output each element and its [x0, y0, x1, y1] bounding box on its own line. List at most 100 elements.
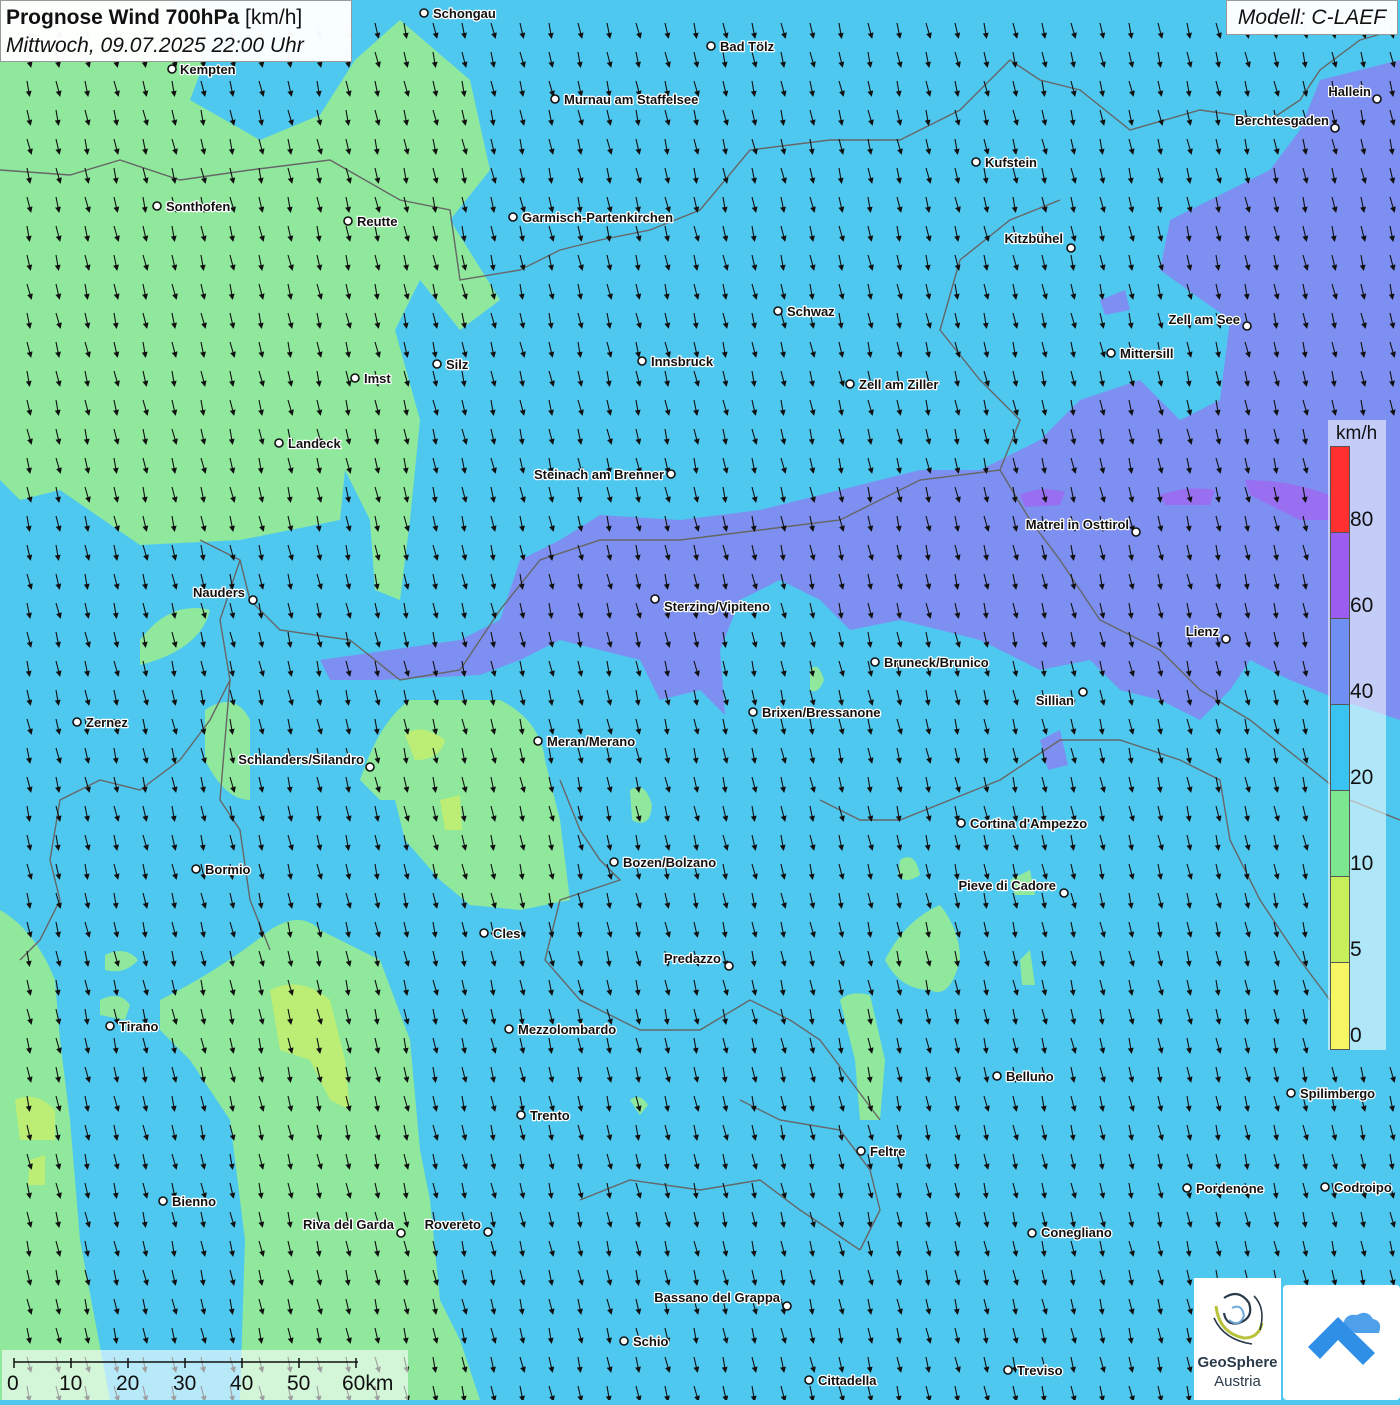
city-label: Schongau [433, 6, 496, 21]
city-label: Tirano [119, 1019, 159, 1034]
city-label: Zernez [86, 715, 128, 730]
city-label: Bassano del Grappa [654, 1290, 780, 1305]
city-marker[interactable]: Meran/Merano [533, 733, 636, 750]
city-dot [167, 64, 177, 74]
city-marker[interactable]: Steinach am Brenner [533, 466, 676, 483]
city-label: Steinach am Brenner [534, 467, 664, 482]
city-label: Trento [530, 1108, 570, 1123]
city-dot [1221, 634, 1231, 644]
city-dot [419, 8, 429, 18]
city-dot [483, 1227, 493, 1237]
city-dot [971, 157, 981, 167]
city-label: Cortina d'Ampezzo [970, 816, 1087, 831]
city-dot [609, 857, 619, 867]
city-label: Pieve di Cadore [958, 878, 1056, 893]
city-marker[interactable]: Spilimbergo [1286, 1085, 1376, 1102]
legend-segment-40-60 [1330, 618, 1350, 705]
city-marker[interactable]: Mezzolombardo [504, 1021, 618, 1038]
city-dot [191, 864, 201, 874]
city-label: Imst [364, 371, 391, 386]
map-title-main: Prognose Wind 700hPa [6, 6, 240, 29]
model-label: Modell: C-LAEF [1226, 0, 1398, 35]
scale-label: 40 [230, 1372, 254, 1395]
scale-label: 30 [173, 1372, 197, 1395]
city-label: Zell am See [1168, 312, 1240, 327]
city-marker[interactable]: Conegliano [1027, 1224, 1113, 1241]
city-dot [248, 595, 258, 605]
city-label: Schio [633, 1334, 668, 1349]
legend-segment-10-20 [1330, 790, 1350, 877]
map-title-box: Prognose Wind 700hPa [km/h] Mittwoch, 09… [0, 0, 352, 62]
city-label: Sonthofen [166, 199, 230, 214]
city-label: Mittersill [1120, 346, 1173, 361]
city-label: Brixen/Bressanone [762, 705, 881, 720]
city-marker[interactable]: Murnau am Staffelsee [550, 91, 700, 108]
city-label: Innsbruck [651, 354, 714, 369]
city-label: Garmisch-Partenkirchen [522, 210, 673, 225]
legend-segment-5-10 [1330, 876, 1350, 963]
app-logo[interactable] [1283, 1285, 1400, 1400]
city-dot [1182, 1183, 1192, 1193]
city-dot [773, 306, 783, 316]
city-label: Cles [493, 926, 520, 941]
weather-app-icon [1308, 1312, 1381, 1365]
city-label: Kufstein [985, 155, 1037, 170]
city-marker[interactable]: Bozen/Bolzano [609, 854, 717, 871]
city-dot [1286, 1088, 1296, 1098]
city-marker[interactable]: Garmisch-Partenkirchen [508, 209, 674, 226]
city-dot [105, 1021, 115, 1031]
city-dot [1027, 1228, 1037, 1238]
city-dot [274, 438, 284, 448]
map-title: Prognose Wind 700hPa [km/h] [6, 4, 346, 32]
city-label: Schlanders/Silandro [238, 752, 364, 767]
legend-tick: 10 [1350, 852, 1374, 875]
city-dot [504, 1024, 514, 1034]
city-dot [1078, 687, 1088, 697]
legend-tick: 0 [1350, 1024, 1362, 1047]
city-dot [619, 1336, 629, 1346]
city-label: Lienz [1186, 624, 1220, 639]
city-dot [72, 717, 82, 727]
city-dot [343, 216, 353, 226]
city-label: Spilimbergo [1300, 1086, 1375, 1101]
city-label: Bozen/Bolzano [623, 855, 716, 870]
city-dot [365, 762, 375, 772]
city-dot [1106, 348, 1116, 358]
city-dot [856, 1146, 866, 1156]
city-dot [804, 1375, 814, 1385]
city-marker[interactable]: Pordenone [1182, 1180, 1265, 1197]
city-label: Belluno [1006, 1069, 1054, 1084]
city-label: Riva del Garda [303, 1217, 395, 1232]
city-label: Predazzo [664, 951, 721, 966]
city-label: Matrei in Osttirol [1026, 517, 1129, 532]
city-dot [479, 928, 489, 938]
city-dot [845, 379, 855, 389]
city-label: Mezzolombardo [518, 1022, 616, 1037]
city-marker[interactable]: Cortina d'Ampezzo [956, 815, 1089, 832]
city-label: Schwaz [787, 304, 835, 319]
city-dot [158, 1196, 168, 1206]
city-marker[interactable]: Zell am Ziller [845, 376, 940, 393]
city-marker[interactable]: Brixen/Bressanone [748, 704, 882, 721]
city-dot [666, 469, 676, 479]
city-dot [1131, 527, 1141, 537]
legend-unit: km/h [1336, 423, 1378, 444]
city-dot [1372, 94, 1382, 104]
wind-map[interactable]: Schongau Kempten Bad Tölz Murnau am Staffel… [0, 0, 1400, 1400]
city-label: Reutte [357, 214, 397, 229]
city-dot [1320, 1182, 1330, 1192]
city-label: Berchtesgaden [1235, 113, 1329, 128]
city-label: Landeck [288, 436, 342, 451]
scale-label: 0 [7, 1372, 19, 1395]
city-dot [637, 356, 647, 366]
city-label: Bienno [172, 1194, 216, 1209]
legend-segment-80-plus [1330, 446, 1350, 533]
city-label: Sterzing/Vipiteno [664, 599, 770, 614]
city-marker[interactable]: Bruneck/Brunico [870, 654, 990, 671]
city-dot [152, 201, 162, 211]
city-dot [550, 94, 560, 104]
city-dot [1330, 123, 1340, 133]
geosphere-logo[interactable]: GeoSphere Austria [1194, 1278, 1281, 1400]
city-label: Kempten [180, 62, 236, 77]
city-label: Hallein [1328, 84, 1371, 99]
